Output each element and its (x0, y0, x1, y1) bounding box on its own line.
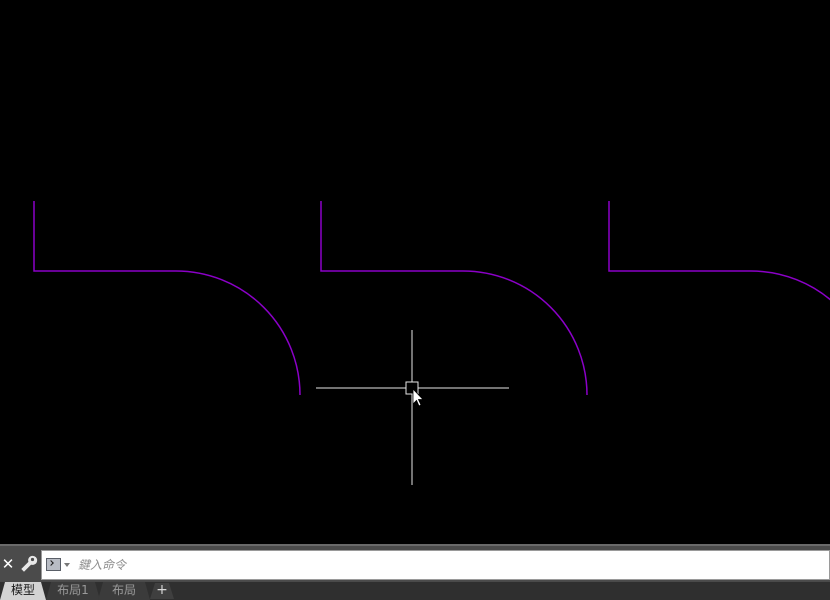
command-input-container (41, 550, 830, 580)
command-input[interactable] (78, 555, 818, 575)
linework-group (33, 201, 830, 396)
tab-model[interactable]: 模型 (0, 582, 46, 600)
layout-tab-bar: 模型 布局1 布局 + (0, 581, 830, 600)
cad-application-window: ✕ 模型 布局1 布局 + (0, 0, 830, 600)
wrench-icon[interactable] (18, 552, 38, 574)
tab-layout2[interactable]: 布局 (98, 582, 150, 600)
crosshair-cursor (316, 330, 509, 485)
add-tab-button[interactable]: + (150, 583, 174, 599)
chevron-down-icon[interactable] (64, 563, 70, 567)
drawing-area[interactable] (0, 0, 830, 544)
command-line-bar: ✕ (0, 544, 830, 581)
command-prompt-icon[interactable] (46, 558, 61, 571)
tab-layout1[interactable]: 布局1 (46, 582, 100, 600)
drawing-shape-2[interactable] (320, 201, 588, 396)
drawing-shape-1[interactable] (33, 201, 301, 396)
drawing-canvas[interactable] (0, 0, 830, 544)
close-icon[interactable]: ✕ (0, 554, 16, 574)
drawing-shape-3[interactable] (608, 201, 830, 395)
